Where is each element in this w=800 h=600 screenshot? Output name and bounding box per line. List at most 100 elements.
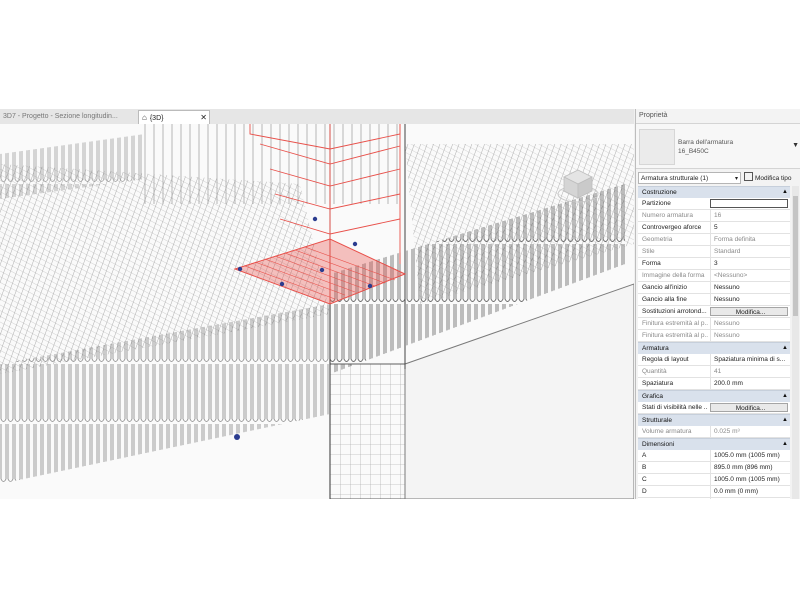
- tab-section-view[interactable]: 3D7 - Progetto - Sezione longitudin...: [0, 110, 140, 124]
- view-cube[interactable]: [556, 162, 600, 206]
- tab-3d-view[interactable]: ⌂ {3D} ✕: [138, 110, 210, 125]
- property-label: Partizione: [642, 200, 671, 207]
- section-title: Dimensioni: [642, 441, 675, 448]
- chevron-down-icon[interactable]: ▼: [792, 142, 799, 149]
- category-dropdown[interactable]: Armatura strutturale (1) ▾: [638, 172, 741, 184]
- revit-window: 3D7 - Progetto - Sezione longitudin... ⌂…: [0, 109, 800, 499]
- section-title: Armatura: [642, 345, 669, 352]
- property-row[interactable]: Gancio alla fine Nessuno: [638, 294, 790, 306]
- property-label: Gancio alla fine: [642, 296, 687, 303]
- property-value: <Nessuno>: [710, 270, 788, 281]
- type-type: 16_B450C: [678, 148, 709, 155]
- property-row[interactable]: Gancio all'inizio Nessuno: [638, 282, 790, 294]
- collapse-icon[interactable]: ▲: [782, 391, 788, 402]
- property-label: Stati di visibilità nelle ...: [642, 404, 708, 411]
- section-header[interactable]: Costruzione ▲: [638, 186, 790, 198]
- property-value[interactable]: 0.0 mm (0 mm): [710, 498, 788, 499]
- property-label: Sostituzioni arrotond...: [642, 308, 707, 315]
- property-row[interactable]: Geometria Forma definita: [638, 234, 790, 246]
- scrollbar-thumb[interactable]: [793, 196, 798, 316]
- collapse-icon[interactable]: ▲: [782, 439, 788, 450]
- property-label: Quantità: [642, 368, 667, 375]
- property-label: Finitura estremità al p...: [642, 320, 708, 327]
- grip-handle[interactable]: [234, 434, 240, 440]
- property-label: Gancio all'inizio: [642, 284, 687, 291]
- properties-table: Costruzione ▲ Partizione Numero armatura 16 C…: [638, 186, 790, 499]
- property-value: Forma definita: [710, 234, 788, 245]
- property-value: 0.025 m³: [710, 426, 788, 437]
- property-value[interactable]: 0.0 mm (0 mm): [710, 486, 788, 497]
- edit-button[interactable]: Modifica...: [710, 307, 788, 316]
- property-row[interactable]: Finitura estremità al p... Nessuno: [638, 330, 790, 342]
- property-label: Stile: [642, 248, 655, 255]
- property-value[interactable]: Spaziatura minima di s...: [710, 354, 788, 365]
- view-cube-icon: [557, 169, 599, 203]
- property-row[interactable]: Partizione: [638, 198, 790, 210]
- property-value[interactable]: 200.0 mm: [710, 378, 788, 389]
- section-header[interactable]: Strutturale ▲: [638, 414, 790, 426]
- property-label: Controvergeo aforce: [642, 224, 702, 231]
- collapse-icon[interactable]: ▲: [782, 415, 788, 426]
- property-value[interactable]: Nessuno: [710, 282, 788, 293]
- edit-type-button[interactable]: Modifica tipo: [744, 172, 800, 184]
- collapse-icon[interactable]: ▲: [782, 343, 788, 354]
- property-value[interactable]: 3: [710, 258, 788, 269]
- property-row[interactable]: Controvergeo aforce 5: [638, 222, 790, 234]
- 3d-viewport[interactable]: [0, 124, 634, 499]
- type-name: Barra dell'armatura 16_B450C: [678, 138, 733, 156]
- property-row[interactable]: Sostituzioni arrotond... Modifica...: [638, 306, 790, 318]
- property-row[interactable]: Spaziatura 200.0 mm: [638, 378, 790, 390]
- close-icon[interactable]: ✕: [200, 111, 207, 125]
- section-title: Costruzione: [642, 189, 677, 196]
- property-row[interactable]: Forma 3: [638, 258, 790, 270]
- property-value: Nessuno: [710, 318, 788, 329]
- property-input[interactable]: [710, 199, 788, 208]
- property-row[interactable]: Numero armatura 16: [638, 210, 790, 222]
- property-row[interactable]: Stile Standard: [638, 246, 790, 258]
- property-value[interactable]: 895.0 mm (896 mm): [710, 462, 788, 473]
- property-row[interactable]: D 0.0 mm (0 mm): [638, 486, 790, 498]
- edit-type-icon: [744, 172, 753, 181]
- property-value: 16: [710, 210, 788, 221]
- collapse-icon[interactable]: ▲: [782, 187, 788, 198]
- property-value[interactable]: Nessuno: [710, 294, 788, 305]
- instance-filter: Armatura strutturale (1) ▾ Modifica tipo: [636, 172, 800, 186]
- property-label: D: [642, 488, 647, 495]
- section-title: Grafica: [642, 393, 663, 400]
- section-header[interactable]: Dimensioni ▲: [638, 438, 790, 450]
- property-row[interactable]: C 1005.0 mm (1005 mm): [638, 474, 790, 486]
- properties-palette: Proprietà Barra dell'armatura 16_B450C ▼…: [635, 109, 800, 499]
- property-row[interactable]: Immagine della forma <Nessuno>: [638, 270, 790, 282]
- property-row[interactable]: Quantità 41: [638, 366, 790, 378]
- property-label: Spaziatura: [642, 380, 674, 387]
- rebar-model-canvas[interactable]: [0, 124, 634, 499]
- property-row[interactable]: B 895.0 mm (896 mm): [638, 462, 790, 474]
- 3d-view-icon: ⌂: [142, 113, 147, 122]
- section-title: Strutturale: [642, 417, 672, 424]
- palette-title: Proprietà: [636, 109, 800, 124]
- type-selector[interactable]: Barra dell'armatura 16_B450C ▼: [636, 124, 800, 169]
- column-cage-bottom: [330, 364, 405, 499]
- section-header[interactable]: Grafica ▲: [638, 390, 790, 402]
- property-label: Forma: [642, 260, 661, 267]
- type-family: Barra dell'armatura: [678, 139, 734, 146]
- property-label: Volume armatura: [642, 428, 692, 435]
- view-tab-strip: 3D7 - Progetto - Sezione longitudin... ⌂…: [0, 109, 634, 125]
- property-row[interactable]: Stati di visibilità nelle ... Modifica...: [638, 402, 790, 414]
- property-value: Standard: [710, 246, 788, 257]
- property-label: Numero armatura: [642, 212, 693, 219]
- edit-button[interactable]: Modifica...: [710, 403, 788, 412]
- property-label: C: [642, 476, 647, 483]
- property-row[interactable]: A 1005.0 mm (1005 mm): [638, 450, 790, 462]
- property-row[interactable]: Finitura estremità al p... Nessuno: [638, 318, 790, 330]
- properties-scrollbar[interactable]: [792, 186, 799, 499]
- property-value[interactable]: 5: [710, 222, 788, 233]
- property-value[interactable]: 1005.0 mm (1005 mm): [710, 474, 788, 485]
- property-value[interactable]: 1005.0 mm (1005 mm): [710, 450, 788, 461]
- chevron-down-icon: ▾: [734, 176, 738, 182]
- section-header[interactable]: Armatura ▲: [638, 342, 790, 354]
- property-row[interactable]: Regola di layout Spaziatura minima di s..…: [638, 354, 790, 366]
- property-row[interactable]: E0.0 mm (0 mm): [638, 498, 790, 499]
- property-row[interactable]: Volume armatura 0.025 m³: [638, 426, 790, 438]
- property-value: Nessuno: [710, 330, 788, 341]
